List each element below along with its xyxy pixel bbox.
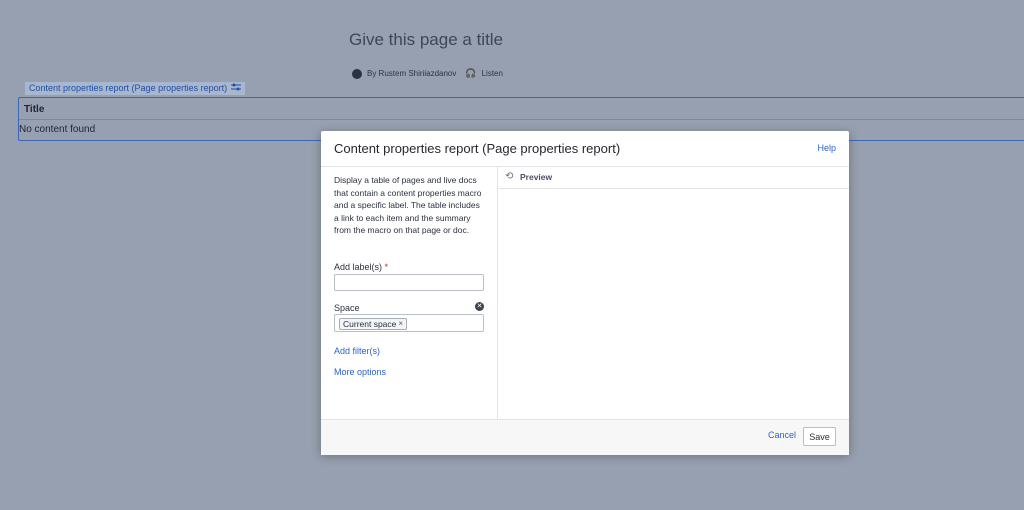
byline: By Rustem Shiriiazdanov 🎧 Listen	[352, 68, 503, 79]
headphones-icon[interactable]: 🎧	[465, 68, 476, 79]
refresh-icon[interactable]: ⟲	[505, 171, 513, 182]
space-input[interactable]: Current space ×	[334, 314, 484, 332]
macro-dialog: Content properties report (Page properti…	[321, 131, 849, 455]
cancel-button[interactable]: Cancel	[768, 430, 796, 440]
config-panel: Display a table of pages and live docs t…	[321, 166, 498, 419]
space-chip-label: Current space	[343, 319, 397, 329]
page-title: Give this page a title	[349, 30, 504, 49]
dialog-header: Content properties report (Page properti…	[321, 131, 849, 167]
required-marker: *	[384, 262, 389, 272]
header-divider	[19, 119, 1024, 120]
more-options-link[interactable]: More options	[334, 367, 386, 377]
add-filter-link[interactable]: Add filter(s)	[334, 346, 380, 356]
macro-label-text: Content properties report (Page properti…	[29, 83, 228, 93]
labels-input[interactable]	[334, 274, 484, 291]
clear-space-icon[interactable]: ✕	[475, 302, 484, 311]
column-header-title: Title	[24, 104, 45, 115]
dialog-title: Content properties report (Page properti…	[334, 141, 621, 156]
sliders-icon[interactable]	[231, 82, 242, 95]
space-chip: Current space ×	[339, 318, 408, 330]
help-link[interactable]: Help	[817, 143, 836, 153]
space-field-label: Space	[334, 303, 360, 313]
save-button[interactable]: Save	[803, 427, 836, 446]
empty-message: No content found	[19, 124, 96, 135]
author-name[interactable]: By Rustem Shiriiazdanov	[367, 69, 456, 78]
listen-button[interactable]: Listen	[482, 69, 503, 78]
macro-label[interactable]: Content properties report (Page properti…	[25, 82, 246, 95]
labels-field-label: Add label(s) *	[334, 262, 389, 272]
preview-header: ⟲ Preview	[498, 166, 849, 189]
dialog-footer: Cancel Save	[321, 419, 849, 455]
chip-remove-icon[interactable]: ×	[398, 319, 403, 329]
avatar	[352, 68, 362, 79]
preview-label: Preview	[520, 172, 553, 182]
macro-description: Display a table of pages and live docs t…	[334, 175, 482, 235]
